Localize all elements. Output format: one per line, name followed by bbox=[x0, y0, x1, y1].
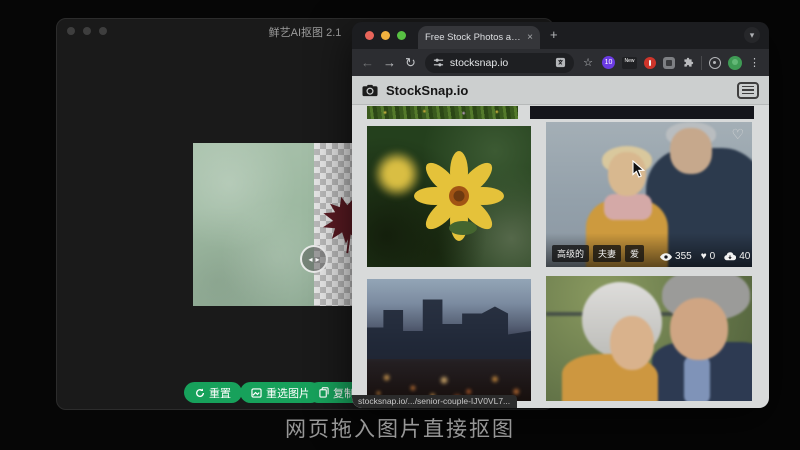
toolbar-divider bbox=[701, 55, 702, 70]
cloud-download-icon bbox=[724, 252, 737, 261]
slider-right-arrow-icon: ▸ bbox=[315, 254, 320, 264]
original-image-side bbox=[193, 143, 314, 306]
photo-tag[interactable]: 高级的 bbox=[552, 245, 590, 262]
photo-yellow-dahlia[interactable] bbox=[367, 126, 531, 267]
street-lights-bokeh bbox=[367, 349, 531, 401]
stocksnap-page: StockSnap.io ♡ 高级的 夫妻 爱 355 ♥ 0 40 stock… bbox=[352, 76, 769, 408]
status-bar-url: stocksnap.io/.../senior-couple-IJV0VL7..… bbox=[352, 395, 518, 408]
slider-left-arrow-icon: ◂ bbox=[308, 254, 313, 264]
badge-extension-icon[interactable]: 10 bbox=[602, 56, 615, 69]
copy-icon bbox=[319, 387, 329, 398]
downloads-stat: 40 bbox=[724, 251, 750, 262]
browser-window-controls bbox=[365, 31, 406, 40]
site-logo-text[interactable]: StockSnap.io bbox=[386, 83, 468, 98]
tab-search-chevron-icon[interactable]: ▾ bbox=[744, 27, 760, 43]
reset-button[interactable]: 重置 bbox=[184, 382, 242, 403]
site-header: StockSnap.io bbox=[352, 76, 769, 105]
new-tab-button[interactable]: + bbox=[550, 27, 558, 42]
translate-icon[interactable] bbox=[555, 57, 566, 68]
red-extension-icon[interactable] bbox=[644, 56, 656, 69]
views-stat: 355 bbox=[660, 251, 692, 262]
image-icon bbox=[251, 387, 262, 398]
compare-slider-handle[interactable]: ◂ ▸ bbox=[300, 245, 328, 273]
extensions-puzzle-icon[interactable] bbox=[682, 57, 694, 69]
browser-menu-kebab-icon[interactable]: ⋮ bbox=[749, 56, 760, 69]
back-button[interactable]: ← bbox=[361, 56, 374, 69]
extension-icons: 10 New ⋮ bbox=[602, 55, 760, 70]
new-badge-extension-icon[interactable]: New bbox=[622, 56, 637, 69]
photo-overlay: 高级的 夫妻 爱 355 ♥ 0 40 bbox=[546, 233, 752, 267]
photo-partial-grass[interactable] bbox=[367, 106, 518, 119]
bookmark-star-icon[interactable]: ☆ bbox=[583, 56, 593, 69]
browser-window: Free Stock Photos and Image × + ▾ ← → ↻ … bbox=[352, 22, 769, 408]
forward-button[interactable]: → bbox=[383, 56, 396, 69]
url-text: stocksnap.io bbox=[449, 56, 509, 69]
active-tab[interactable]: Free Stock Photos and Image × bbox=[418, 26, 540, 49]
address-bar[interactable]: stocksnap.io bbox=[424, 52, 575, 73]
eye-icon bbox=[660, 252, 673, 261]
likes-count: 0 bbox=[709, 251, 716, 262]
heart-icon: ♥ bbox=[700, 251, 707, 262]
likes-stat: ♥ 0 bbox=[701, 251, 716, 262]
photo-tag[interactable]: 爱 bbox=[625, 245, 645, 262]
photo-stats: 355 ♥ 0 40 bbox=[660, 251, 750, 262]
reload-button[interactable]: ↻ bbox=[405, 56, 416, 69]
camera-logo-icon bbox=[362, 84, 378, 96]
toolbar-extra-icon[interactable] bbox=[709, 56, 721, 69]
views-count: 355 bbox=[675, 251, 692, 262]
before-after-preview: ◂ ▸ bbox=[193, 143, 363, 306]
reselect-label: 重选图片 bbox=[266, 387, 310, 400]
photo-senior-couple-hug[interactable] bbox=[546, 276, 752, 401]
minimize-browser-button[interactable] bbox=[381, 31, 390, 40]
tab-strip: Free Stock Photos and Image × + ▾ bbox=[352, 22, 769, 49]
dahlia-flower bbox=[414, 151, 504, 241]
downloads-count: 40 bbox=[739, 251, 751, 262]
close-tab-icon[interactable]: × bbox=[527, 32, 533, 43]
mouse-cursor bbox=[632, 160, 645, 178]
favorite-heart-icon[interactable]: ♡ bbox=[731, 127, 744, 141]
reset-label: 重置 bbox=[209, 387, 231, 400]
browser-toolbar: ← → ↻ stocksnap.io ☆ 10 New ⋮ bbox=[352, 49, 769, 76]
tune-icon bbox=[433, 58, 443, 67]
close-browser-button[interactable] bbox=[365, 31, 374, 40]
profile-avatar[interactable] bbox=[728, 55, 742, 70]
video-caption: 网页拖入图片直接抠图 bbox=[285, 418, 515, 441]
hug-figures bbox=[546, 276, 752, 401]
refresh-icon bbox=[196, 388, 205, 397]
hamburger-menu-icon[interactable] bbox=[737, 81, 759, 99]
gray-extension-icon[interactable] bbox=[663, 56, 675, 69]
screen: 鲜艺AI抠图 2.1 ◂ ▸ 重置 重选图片 Free Stock Photos… bbox=[0, 0, 800, 450]
zoom-browser-button[interactable] bbox=[397, 31, 406, 40]
photo-tag[interactable]: 夫妻 bbox=[593, 245, 622, 262]
photo-partial-dark[interactable] bbox=[530, 106, 754, 119]
tab-title: Free Stock Photos and Image bbox=[425, 32, 522, 43]
photo-city-street[interactable] bbox=[367, 279, 531, 401]
new-badge-label: New bbox=[624, 57, 635, 64]
photo-senior-couple[interactable]: ♡ 高级的 夫妻 爱 355 ♥ 0 40 bbox=[546, 122, 752, 267]
